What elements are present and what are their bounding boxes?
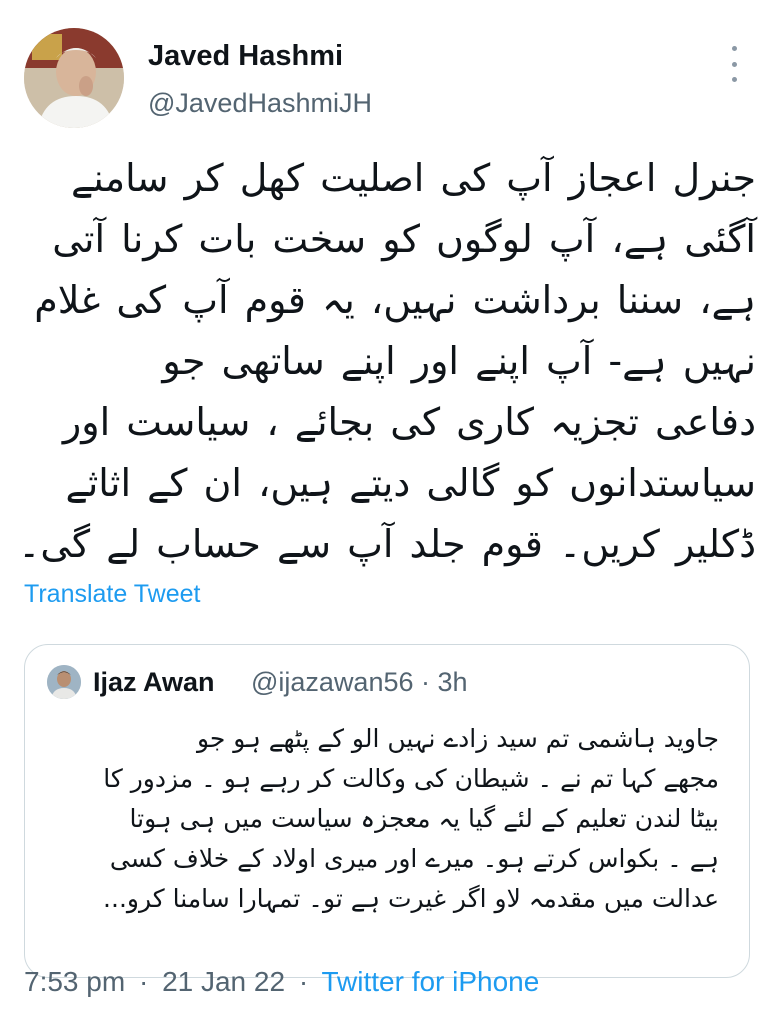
- user-photo-avatar-icon: [47, 665, 81, 699]
- quoted-tweet-body: جاوید ہاشمی تم سید زادے نہیں الو کے پٹھے…: [47, 719, 719, 919]
- translate-tweet-link[interactable]: Translate Tweet: [24, 580, 200, 609]
- user-photo-avatar-icon: [24, 28, 124, 128]
- separator: ·: [298, 966, 309, 997]
- tweet-text-line: سیاستدانوں کو گالی دیتے ہیں، ان کے اثاثے: [65, 461, 756, 505]
- dot: [731, 46, 737, 51]
- quoted-author-name[interactable]: Ijaz Awan: [93, 667, 215, 698]
- tweet-text-line: دفاعی تجزیہ کاری کی بجائے ، سیاست اور: [62, 400, 756, 444]
- quoted-text-line: جاوید ہاشمی تم سید زادے نہیں الو کے پٹھے…: [196, 724, 719, 753]
- dot: [731, 77, 737, 82]
- quoted-text-line: عدالت میں مقدمہ لاو اگر غیرت ہے تو۔ تمہا…: [103, 884, 719, 913]
- quoted-tweet[interactable]: Ijaz Awan @ijazawan56 · 3h جاوید ہاشمی ت…: [24, 644, 750, 978]
- tweet-source-link[interactable]: Twitter for iPhone: [321, 966, 539, 997]
- author-handle[interactable]: @JavedHashmiJH: [148, 88, 372, 119]
- quoted-text-line: بیٹا لندن تعلیم کے لئے گیا یہ معجزہ سیاس…: [129, 804, 719, 833]
- tweet-footer: 7:53 pm · 21 Jan 22 · Twitter for iPhone: [24, 966, 539, 998]
- author-avatar[interactable]: [24, 28, 124, 128]
- tweet-text-line: نہیں ہے- آپ اپنے اور اپنے ساتھی جو: [162, 339, 756, 383]
- quoted-text-line: مجھے کہا تم نے ۔ شیطان کی وکالت کر رہے ہ…: [103, 764, 719, 793]
- quoted-author-avatar[interactable]: [47, 665, 81, 699]
- tweet-time[interactable]: 7:53 pm: [24, 966, 125, 997]
- tweet-date[interactable]: 21 Jan 22: [162, 966, 285, 997]
- tweet-text-line: ڈکلیر کریں۔ قوم جلد آپ سے حساب لے گی۔: [18, 522, 756, 566]
- dot: [731, 61, 737, 67]
- tweet-text-line: آگئی ہے، آپ لوگوں کو سخت بات کرنا آتی: [52, 217, 756, 261]
- tweet-text-line: ہے، سننا برداشت نہیں، یہ قوم آپ کی غلام: [34, 278, 756, 322]
- quoted-author-meta: @ijazawan56 · 3h: [251, 667, 468, 697]
- author-name[interactable]: Javed Hashmi: [148, 40, 343, 73]
- separator: ·: [138, 966, 149, 997]
- quoted-text-line: ہے ۔ بکواس کرتے ہو۔ میرے اور میری اولاد …: [109, 844, 719, 873]
- tweet-header: Javed Hashmi @JavedHashmiJH: [24, 26, 750, 134]
- tweet-text-line: جنرل اعجاز آپ کی اصلیت کھل کر سامنے: [70, 156, 756, 200]
- tweet-body: جنرل اعجاز آپ کی اصلیت کھل کر سامنے آگئی…: [18, 148, 756, 575]
- vertical-ellipsis-icon[interactable]: [722, 46, 746, 82]
